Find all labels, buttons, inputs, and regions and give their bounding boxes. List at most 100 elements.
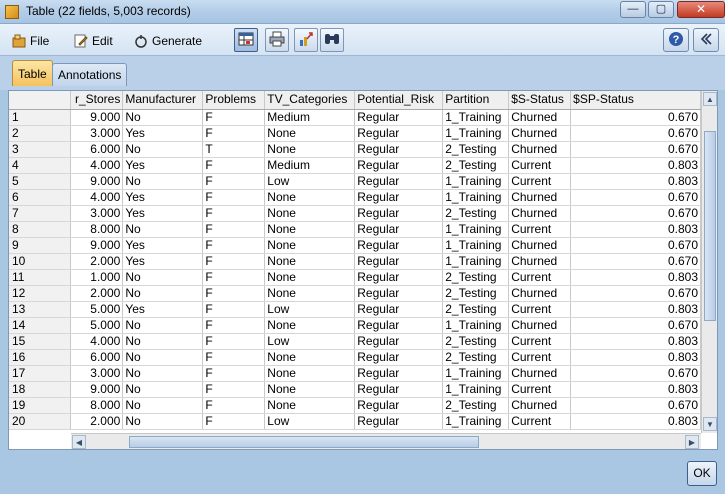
table-cell[interactable]: F — [202, 317, 266, 334]
row-number[interactable]: 12 — [9, 285, 72, 302]
table-cell[interactable]: Regular — [354, 109, 444, 126]
table-cell[interactable]: Churned — [508, 317, 572, 334]
table-cell[interactable]: F — [202, 173, 266, 190]
row-number[interactable]: 9 — [9, 237, 72, 254]
table-cell[interactable]: None — [264, 365, 356, 382]
table-cell[interactable]: 5.000 — [70, 301, 124, 318]
table-cell[interactable]: 5.000 — [70, 317, 124, 334]
table-cell[interactable]: F — [202, 157, 266, 174]
table-cell[interactable]: Churned — [508, 285, 572, 302]
table-cell[interactable]: 0.670 — [570, 205, 701, 222]
table-cell[interactable]: None — [264, 349, 356, 366]
table-cell[interactable]: None — [264, 317, 356, 334]
table-cell[interactable]: 0.803 — [570, 157, 701, 174]
table-cell[interactable]: 3.000 — [70, 205, 124, 222]
table-cell[interactable]: 1_Training — [442, 317, 510, 334]
table-cell[interactable]: Regular — [354, 285, 444, 302]
table-cell[interactable]: 2.000 — [70, 285, 124, 302]
table-cell[interactable]: Medium — [264, 157, 356, 174]
table-cell[interactable]: Regular — [354, 413, 444, 430]
table-cell[interactable]: Regular — [354, 301, 444, 318]
table-cell[interactable]: Regular — [354, 189, 444, 206]
table-cell[interactable]: F — [202, 301, 266, 318]
table-cell[interactable]: Regular — [354, 173, 444, 190]
table-cell[interactable]: Current — [508, 221, 572, 238]
table-cell[interactable]: Churned — [508, 365, 572, 382]
table-cell[interactable]: F — [202, 381, 266, 398]
row-number[interactable]: 14 — [9, 317, 72, 334]
row-number[interactable]: 19 — [9, 397, 72, 414]
table-cell[interactable]: 4.000 — [70, 157, 124, 174]
maximize-button[interactable]: ▢ — [648, 1, 674, 18]
table-cell[interactable]: 2_Testing — [442, 301, 510, 318]
collapse-button[interactable] — [693, 28, 719, 52]
table-cell[interactable]: 9.000 — [70, 173, 124, 190]
table-row[interactable]: 13 5.000 Yes F Low Regular 2_Testing Current 0.8… — [9, 301, 701, 318]
table-cell[interactable]: Yes — [122, 253, 204, 270]
table-cell[interactable]: Churned — [508, 397, 572, 414]
table-cell[interactable]: No — [122, 333, 204, 350]
table-cell[interactable]: Regular — [354, 269, 444, 286]
table-cell[interactable]: F — [202, 205, 266, 222]
table-row[interactable]: 3 6.000 No T None Regular 2_Testing Churned 0.67… — [9, 141, 701, 158]
table-cell[interactable]: Churned — [508, 237, 572, 254]
table-row[interactable]: 18 9.000 No F None Regular 1_Training Current 0.… — [9, 381, 701, 398]
table-cell[interactable]: 0.803 — [570, 413, 701, 430]
table-row[interactable]: 6 4.000 Yes F None Regular 1_Training Churned 0.… — [9, 189, 701, 206]
row-number[interactable]: 10 — [9, 253, 72, 270]
table-cell[interactable]: F — [202, 253, 266, 270]
table-cell[interactable]: F — [202, 365, 266, 382]
table-cell[interactable]: F — [202, 189, 266, 206]
table-cell[interactable]: 0.803 — [570, 301, 701, 318]
table-cell[interactable]: No — [122, 109, 204, 126]
table-cell[interactable]: 1_Training — [442, 221, 510, 238]
table-cell[interactable]: None — [264, 125, 356, 142]
table-cell[interactable]: 6.000 — [70, 141, 124, 158]
table-cell[interactable]: 0.670 — [570, 189, 701, 206]
table-cell[interactable]: No — [122, 397, 204, 414]
table-cell[interactable]: 2_Testing — [442, 333, 510, 350]
table-cell[interactable]: Low — [264, 413, 356, 430]
table-cell[interactable]: Current — [508, 413, 572, 430]
table-cell[interactable]: None — [264, 237, 356, 254]
table-cell[interactable]: F — [202, 237, 266, 254]
table-cell[interactable]: Current — [508, 333, 572, 350]
table-cell[interactable]: None — [264, 253, 356, 270]
table-view-button[interactable] — [234, 28, 258, 52]
table-cell[interactable]: None — [264, 189, 356, 206]
table-cell[interactable]: F — [202, 333, 266, 350]
table-cell[interactable]: 0.803 — [570, 269, 701, 286]
table-cell[interactable]: 2_Testing — [442, 141, 510, 158]
table-cell[interactable]: 2.000 — [70, 253, 124, 270]
table-cell[interactable]: None — [264, 269, 356, 286]
table-cell[interactable]: Yes — [122, 125, 204, 142]
table-cell[interactable]: Current — [508, 301, 572, 318]
row-number[interactable]: 17 — [9, 365, 72, 382]
export-chart-button[interactable] — [294, 28, 318, 52]
table-cell[interactable]: No — [122, 317, 204, 334]
row-number[interactable]: 2 — [9, 125, 72, 142]
table-cell[interactable]: 2_Testing — [442, 157, 510, 174]
table-cell[interactable]: 9.000 — [70, 381, 124, 398]
table-cell[interactable]: 1_Training — [442, 173, 510, 190]
table-cell[interactable]: No — [122, 269, 204, 286]
table-row[interactable]: 2 3.000 Yes F None Regular 1_Training Churned 0.… — [9, 125, 701, 142]
table-row[interactable]: 19 8.000 No F None Regular 2_Testing Churned 0.6… — [9, 397, 701, 414]
table-cell[interactable]: Regular — [354, 141, 444, 158]
column-header[interactable]: $SP-Status — [570, 91, 701, 110]
row-number[interactable]: 16 — [9, 349, 72, 366]
table-cell[interactable]: 9.000 — [70, 109, 124, 126]
table-cell[interactable]: 1_Training — [442, 365, 510, 382]
table-cell[interactable]: Regular — [354, 157, 444, 174]
menu-generate[interactable]: Generate — [134, 32, 202, 50]
table-cell[interactable]: 0.803 — [570, 333, 701, 350]
table-row[interactable]: 16 6.000 No F None Regular 2_Testing Current 0.8… — [9, 349, 701, 366]
table-row[interactable]: 8 8.000 No F None Regular 1_Training Current 0.8… — [9, 221, 701, 238]
column-header[interactable]: Problems — [202, 91, 266, 110]
row-number[interactable]: 6 — [9, 189, 72, 206]
table-cell[interactable]: F — [202, 285, 266, 302]
table-cell[interactable]: 2_Testing — [442, 285, 510, 302]
table-cell[interactable]: 9.000 — [70, 237, 124, 254]
menu-file[interactable]: File — [12, 32, 49, 50]
print-button[interactable] — [265, 28, 289, 52]
